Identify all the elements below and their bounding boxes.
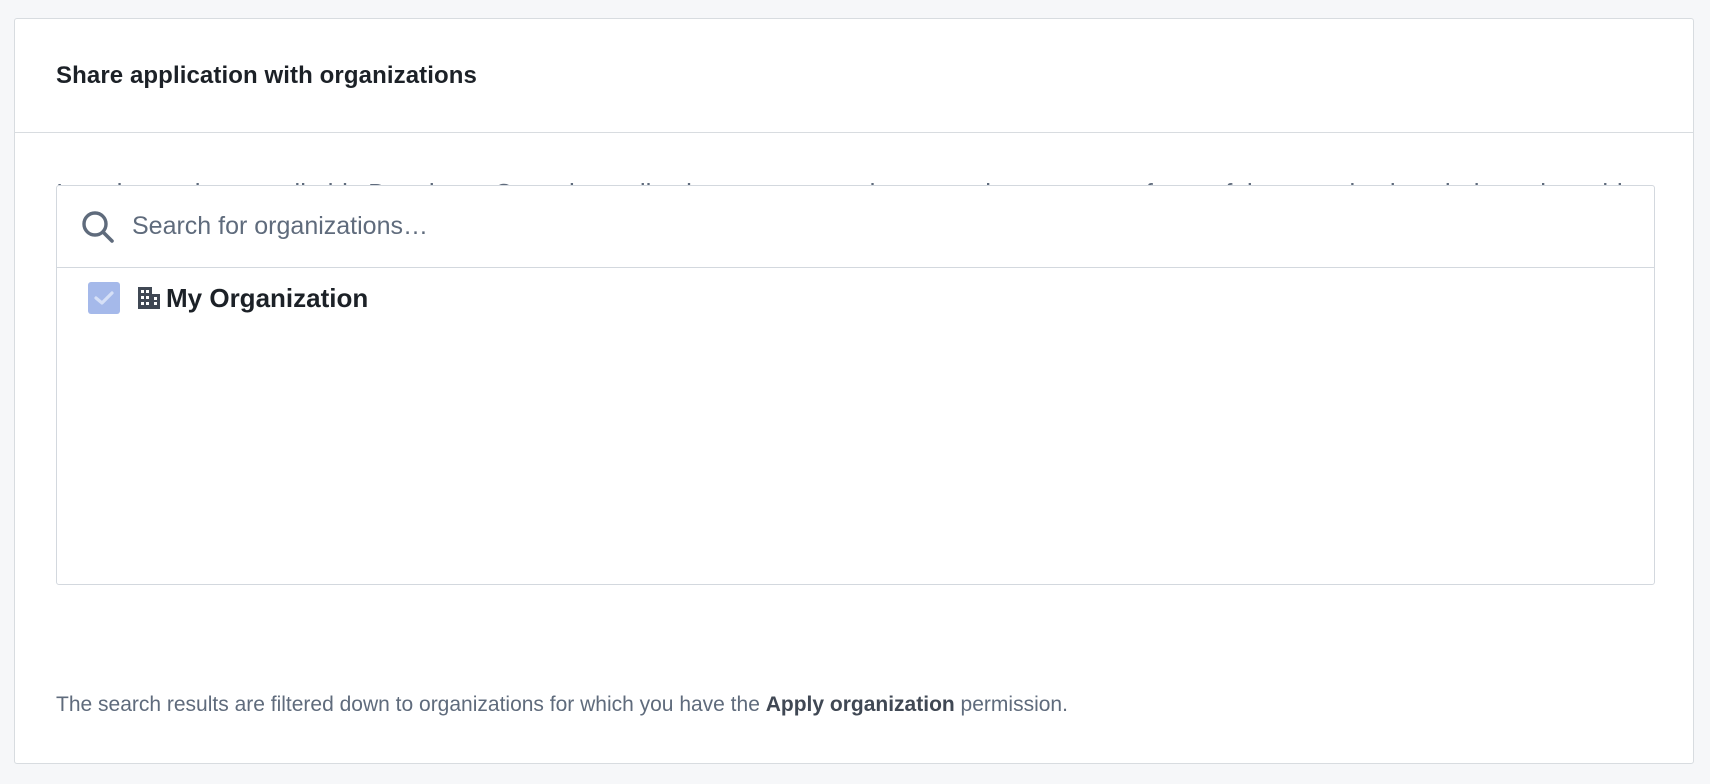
card-header: Share application with organizations — [15, 19, 1693, 133]
organization-list: My Organization — [57, 268, 1654, 316]
organization-picker: My Organization — [56, 185, 1655, 585]
checkmark-icon — [94, 291, 114, 305]
search-input[interactable] — [132, 196, 1654, 257]
organization-name: My Organization — [166, 282, 369, 313]
share-organizations-card: Share application with organizations In … — [14, 18, 1694, 764]
permission-name: Apply organization — [765, 693, 955, 716]
search-bar — [57, 186, 1654, 268]
footnote-suffix: permission. — [954, 693, 1068, 716]
card-title: Share application with organizations — [56, 61, 477, 89]
footnote-prefix: The search results are filtered down to … — [56, 693, 766, 716]
organization-checkbox[interactable] — [88, 282, 120, 314]
list-item[interactable]: My Organization — [88, 280, 1654, 316]
permission-footnote: The search results are filtered down to … — [56, 693, 1068, 717]
building-icon — [136, 285, 162, 311]
search-icon — [79, 208, 117, 246]
